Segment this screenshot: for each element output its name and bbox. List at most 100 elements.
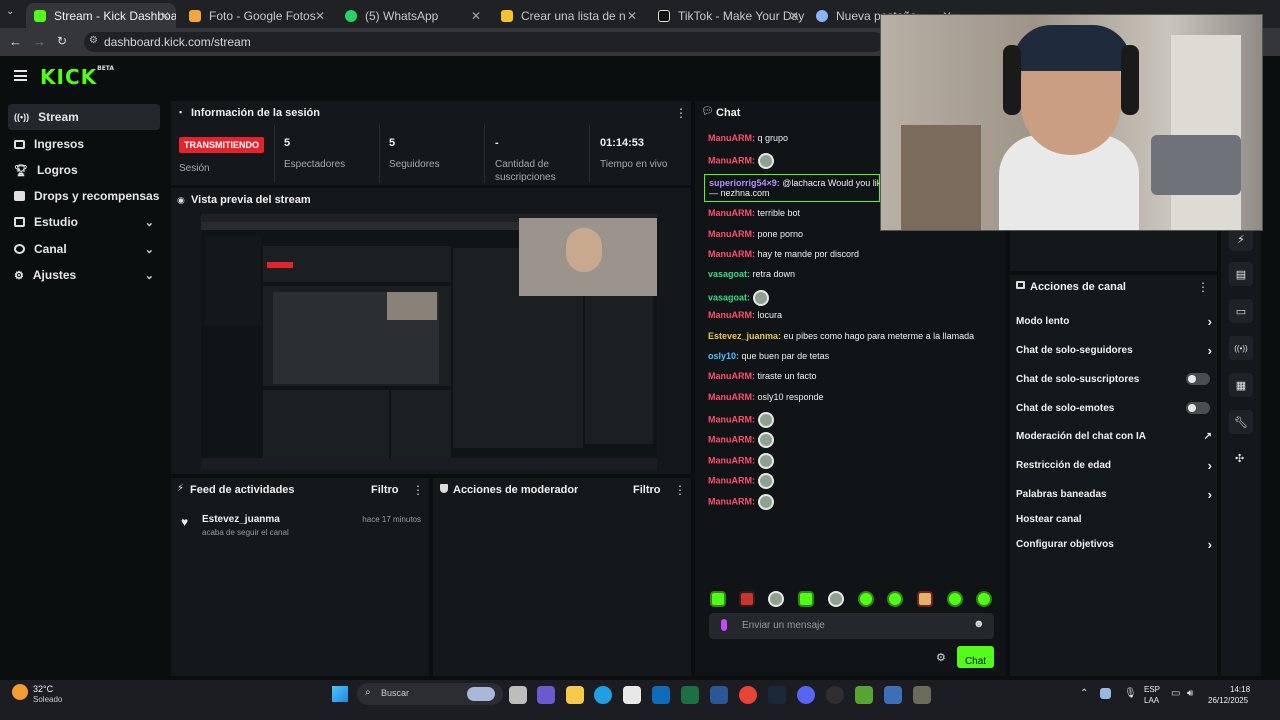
clock-date[interactable]: 26/12/2025 [1208, 696, 1248, 705]
chat-username[interactable]: ManuARM [708, 229, 752, 239]
toggle-switch[interactable] [1186, 373, 1210, 385]
sidebar-item-canal[interactable]: Canal ⌄ [8, 236, 160, 262]
forward-icon[interactable]: → [33, 34, 46, 49]
tab-kick-dashboard[interactable]: Stream - Kick Dashboard ✕ [26, 3, 176, 28]
chat-username[interactable]: ManuARM [708, 475, 752, 485]
action-configurar-objetivos[interactable]: Configurar objetivos › [1016, 537, 1212, 552]
tray-app-icon[interactable] [1100, 688, 1111, 699]
emote-icon[interactable] [947, 591, 963, 607]
emote-icon[interactable] [887, 591, 903, 607]
mod-menu-icon[interactable]: ⋮ [674, 483, 686, 497]
emote-icon[interactable] [828, 591, 844, 607]
chat-username[interactable]: ManuARM [708, 392, 752, 402]
emoji-picker-icon[interactable]: ☻ [973, 618, 985, 630]
tray-chevron-icon[interactable]: ⌃ [1080, 688, 1088, 699]
session-menu-icon[interactable]: ⋮ [675, 106, 687, 120]
plugins-icon[interactable]: ✣ [1235, 452, 1244, 465]
activity-user[interactable]: Estevez_juanma [202, 514, 280, 525]
action-solo-seguidores[interactable]: Chat de solo-seguidores › [1016, 343, 1212, 358]
action-restriccion-edad[interactable]: Restricción de edad › [1016, 458, 1212, 473]
chat-username[interactable]: ManuARM [708, 496, 752, 506]
tab-tiktok[interactable]: TikTok - Make Your Day ✕ [650, 3, 805, 28]
game-app-icon[interactable] [913, 686, 931, 704]
chrome-icon[interactable] [739, 686, 757, 704]
edge-icon[interactable] [594, 686, 612, 704]
stream-preview-video[interactable] [201, 214, 657, 470]
lang-bottom[interactable]: LAA [1144, 696, 1159, 705]
excel-icon[interactable] [681, 686, 699, 704]
chat-username[interactable]: osly10 [708, 351, 736, 361]
minecraft-icon[interactable] [855, 686, 873, 704]
emote-icon[interactable] [858, 591, 874, 607]
obs-icon[interactable] [826, 686, 844, 704]
layout-button-icon[interactable]: ▦ [1229, 373, 1253, 397]
network-icon[interactable]: ▭ [1171, 688, 1180, 699]
action-hostear-canal[interactable]: Hostear canal [1016, 514, 1212, 525]
tab-whatsapp[interactable]: (5) WhatsApp ✕ [337, 3, 487, 28]
sidebar-item-ajustes[interactable]: ⚙ Ajustes ⌄ [8, 262, 160, 288]
kick-logo[interactable]: KICKBETA [40, 65, 114, 89]
close-tab-icon[interactable]: ✕ [627, 9, 637, 23]
emote-icon[interactable] [917, 591, 933, 607]
chat-username[interactable]: Estevez_juanma [708, 331, 778, 341]
steam-icon[interactable] [768, 686, 786, 704]
chat-username[interactable]: ManuARM [708, 414, 752, 424]
activity-filter-button[interactable]: Filtro [371, 484, 399, 496]
task-view-icon[interactable] [509, 686, 527, 704]
file-explorer-icon[interactable] [566, 686, 584, 704]
chat-username[interactable]: ManuARM [708, 249, 752, 259]
sidebar-item-stream[interactable]: ((•)) Stream [8, 104, 160, 130]
broadcast-button-icon[interactable]: ((•)) [1229, 336, 1253, 360]
chat-username[interactable]: ManuARM [708, 310, 752, 320]
clock-time[interactable]: 14:18 [1230, 685, 1250, 694]
chat-username[interactable]: superiorrig54×9 [709, 178, 777, 188]
url-field[interactable]: ⚙ dashboard.kick.com/stream [84, 32, 884, 52]
emote-icon[interactable] [768, 591, 784, 607]
taskbar-search[interactable]: ⌕ Buscar [357, 683, 503, 705]
action-solo-emotes[interactable]: Chat de solo-emotes [1016, 402, 1212, 414]
emote-icon[interactable] [976, 591, 992, 607]
outlook-icon[interactable] [652, 686, 670, 704]
close-tab-icon[interactable]: ✕ [315, 9, 325, 23]
widgets-icon[interactable] [537, 686, 555, 704]
chat-send-button[interactable]: Chat [957, 646, 994, 668]
chat-input[interactable]: Enviar un mensaje ☻ [709, 613, 994, 639]
notes-button-icon[interactable]: ▤ [1229, 262, 1253, 286]
app-icon[interactable] [884, 686, 902, 704]
chat-username[interactable]: ManuARM [708, 155, 752, 165]
chat-username[interactable]: ManuARM [708, 133, 752, 143]
chat-username[interactable]: vasagoat [708, 292, 747, 302]
chat-username[interactable]: ManuARM [708, 434, 752, 444]
channel-actions-menu-icon[interactable]: ⋮ [1197, 280, 1209, 294]
reload-icon[interactable]: ↻ [57, 34, 67, 48]
volume-icon[interactable]: 🔊︎ [1187, 688, 1193, 699]
chat-settings-icon[interactable]: ⚙ [936, 651, 946, 664]
activity-menu-icon[interactable]: ⋮ [412, 483, 424, 497]
tab-search-button[interactable]: ⌄ [6, 6, 20, 20]
toggle-switch[interactable] [1186, 402, 1210, 414]
site-info-icon[interactable]: ⚙ [89, 35, 98, 46]
store-icon[interactable] [623, 686, 641, 704]
chat-username[interactable]: vasagoat [708, 269, 747, 279]
chat-button-icon[interactable]: ▭ [1229, 299, 1253, 323]
chat-username[interactable]: ManuARM [708, 455, 752, 465]
close-tab-icon[interactable]: ✕ [471, 9, 481, 23]
chat-username[interactable]: ManuARM [708, 371, 752, 381]
sidebar-item-ingresos[interactable]: Ingresos [8, 131, 160, 157]
action-modo-lento[interactable]: Modo lento › [1016, 314, 1212, 329]
word-icon[interactable] [710, 686, 728, 704]
chat-username[interactable]: ManuARM [708, 208, 752, 218]
emote-icon[interactable] [739, 591, 755, 607]
tab-google-photos[interactable]: Foto - Google Fotos ✕ [181, 3, 331, 28]
close-tab-icon[interactable]: ✕ [789, 9, 799, 23]
emote-icon[interactable] [710, 591, 726, 607]
hamburger-menu-icon[interactable] [14, 70, 27, 81]
sidebar-item-estudio[interactable]: Estudio ⌄ [8, 209, 160, 235]
microphone-icon[interactable] [721, 619, 727, 631]
tray-mic-icon[interactable]: 🎙︎ [1124, 688, 1137, 699]
action-moderacion-ia[interactable]: Moderación del chat con IA ↗ [1016, 431, 1212, 442]
back-icon[interactable]: ← [9, 34, 22, 49]
lang-top[interactable]: ESP [1144, 685, 1160, 694]
emote-icon[interactable] [798, 591, 814, 607]
wrench-button-icon[interactable]: 🔧︎ [1229, 410, 1253, 434]
